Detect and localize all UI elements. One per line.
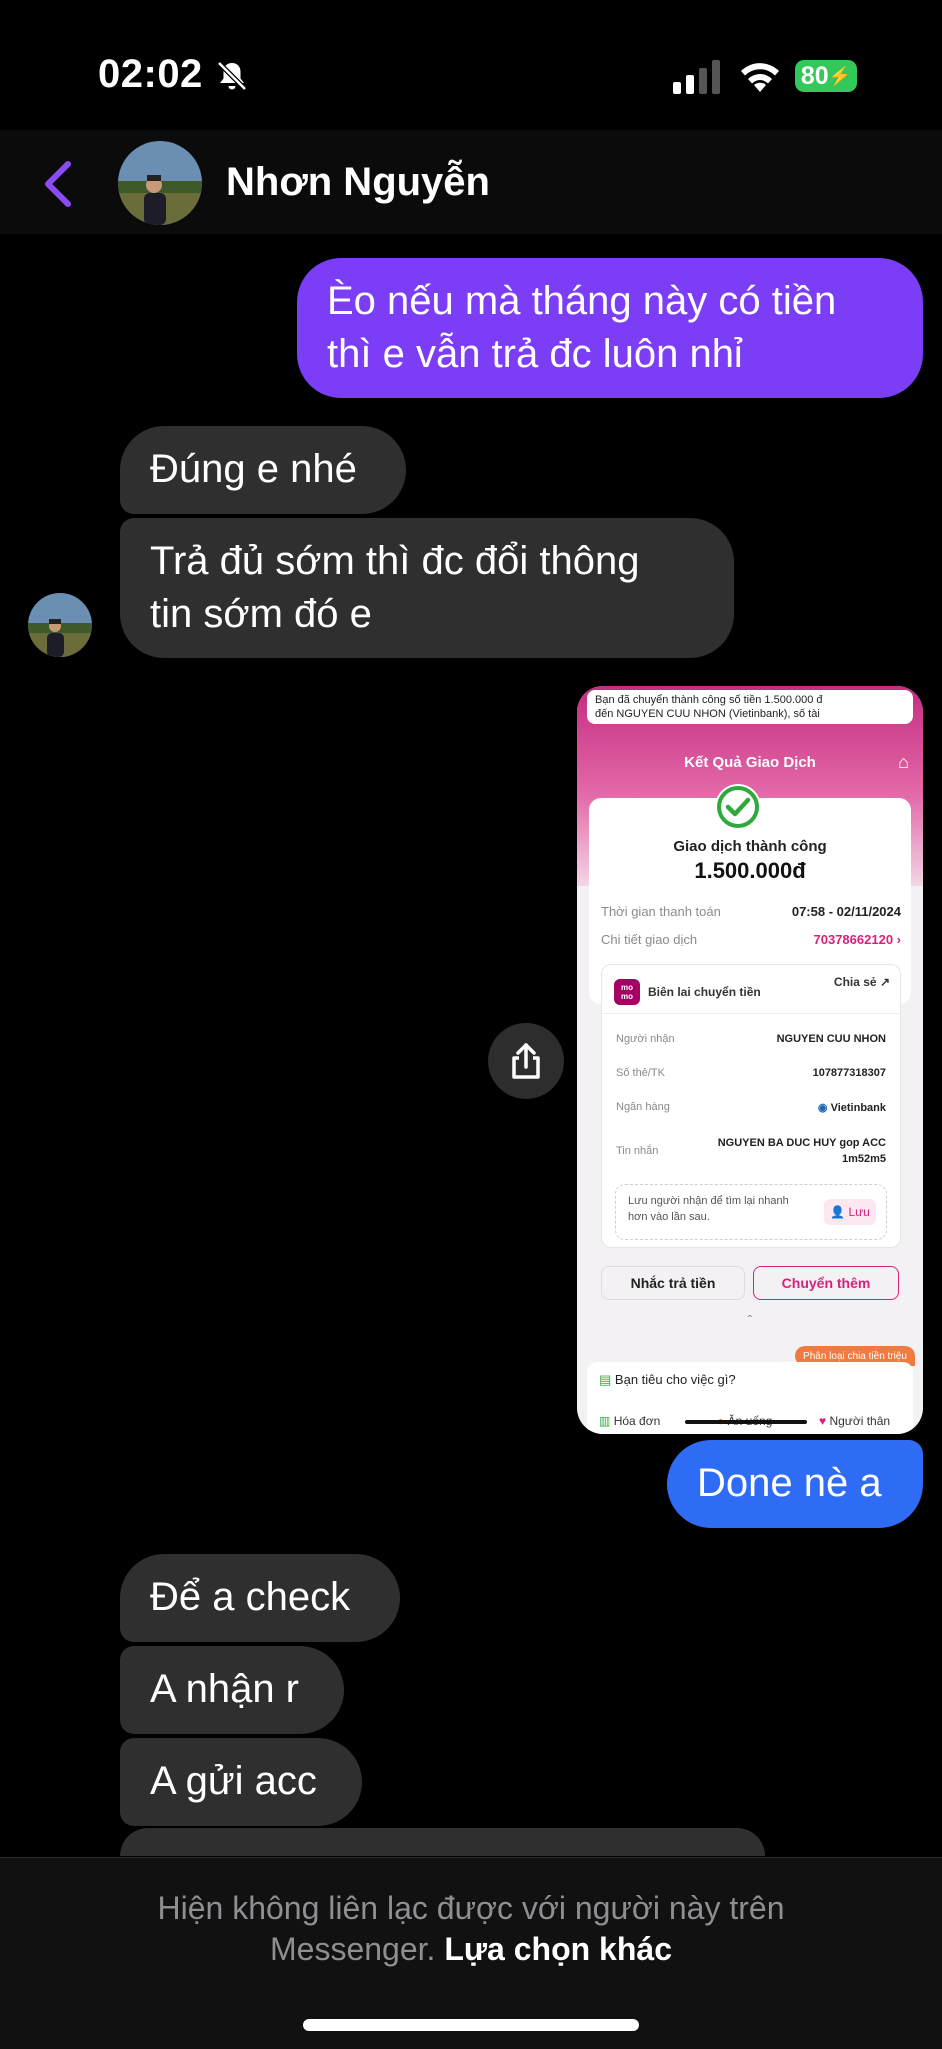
category-label: Người thân (829, 1414, 891, 1428)
spending-category-panel: ▤ Bạn tiêu cho việc gì? ▥ Hóa đơn ● Ăn u… (587, 1362, 913, 1434)
status-bar: 02:02 80 ⚡ (0, 0, 942, 150)
status-time: 02:02 (98, 52, 203, 96)
home-indicator[interactable] (303, 2019, 639, 2031)
message-value: 1m52m5 (841, 1153, 886, 1165)
detail-value: NGUYEN BA DUC HUY gop ACC 1m52m5 (718, 1135, 886, 1167)
transaction-amount: 1.500.000đ (694, 858, 806, 883)
outgoing-message[interactable]: Èo nếu mà tháng này có tiền thì e vẫn tr… (297, 258, 923, 398)
save-recipient-button: 👤 Lưu (824, 1199, 876, 1225)
transaction-status: Giao dịch thành công (673, 838, 827, 855)
message-line: tin sớm đó e (150, 592, 372, 636)
category-label: Hóa đơn (613, 1414, 661, 1428)
row-label: Chi tiết giao dịch (601, 932, 698, 947)
row-value: 70378662120 › (813, 932, 901, 947)
outgoing-message[interactable]: Done nè a (667, 1440, 923, 1528)
receipt-row: Thời gian thanh toán 07:58 - 02/11/2024 (601, 904, 901, 919)
detail-row: Ngân hàng ◉ Vietinbank (616, 1101, 886, 1114)
save-label: Lưu (848, 1205, 870, 1219)
wifi-icon (741, 63, 779, 92)
family-icon: ♥ (819, 1414, 827, 1428)
detail-row: Số thẻ/TK 107877318307 (616, 1067, 886, 1079)
contact-name[interactable]: Nhơn Nguyễn (226, 160, 490, 205)
sender-avatar[interactable] (28, 593, 92, 657)
detail-label: Ngân hàng (616, 1101, 670, 1113)
banner-text: đến NGUYEN CUU NHON (Vietinbank), số tài (595, 708, 820, 720)
share-arrow-icon: ↗ (879, 975, 890, 989)
incoming-message[interactable]: Để a check (120, 1554, 400, 1642)
share-label: Chia sẻ (833, 975, 877, 989)
home-icon: ⌂ (898, 752, 909, 772)
shared-receipt-image[interactable]: Bạn đã chuyển thành công số tiền 1.500.0… (577, 686, 923, 1434)
incoming-message[interactable]: A gửi acc (120, 1738, 362, 1826)
contact-avatar[interactable] (118, 141, 202, 225)
detail-label: Tin nhắn (616, 1145, 659, 1157)
detail-row: Người nhận NGUYEN CUU NHON (616, 1033, 886, 1045)
row-value: 07:58 - 02/11/2024 (791, 904, 901, 919)
message-text: Để a check (150, 1575, 351, 1619)
message-line: Trả đủ sớm thì đc đổi thông (150, 539, 640, 583)
incoming-message[interactable]: Đúng e nhé (120, 426, 406, 514)
incoming-message[interactable]: Trả đủ sớm thì đc đổi thông tin sớm đó e (120, 518, 734, 658)
detail-value: NGUYEN CUU NHON (776, 1033, 886, 1045)
transfer-more-button: Chuyển thêm (753, 1266, 899, 1300)
receipt-row: Chi tiết giao dịch 70378662120 › (601, 932, 901, 947)
receipt-icon: ▤ (599, 1372, 612, 1387)
receipt-label: Biên lai chuyển tiền (648, 985, 761, 999)
share-icon (512, 1043, 540, 1079)
back-chevron-icon[interactable] (40, 158, 76, 210)
message-text: A gửi acc (150, 1759, 317, 1803)
other-options-link[interactable]: Lựa chọn khác (444, 1931, 672, 1967)
question-label: Bạn tiêu cho việc gì? (614, 1372, 736, 1387)
bell-slash-icon (217, 61, 247, 91)
detail-label: Người nhận (616, 1033, 675, 1045)
unavailable-notice: Hiện không liên lạc được với người này t… (0, 1888, 942, 1970)
detail-value: 107877318307 (812, 1067, 886, 1079)
partially-hidden-message (120, 1828, 765, 1856)
charging-bolt-icon: ⚡ (828, 65, 852, 86)
add-user-icon: 👤 (830, 1205, 846, 1219)
message-text: A nhận r (150, 1667, 300, 1711)
notice-text: Messenger. (270, 1931, 436, 1967)
question-text: ▤ Bạn tiêu cho việc gì? (599, 1372, 736, 1388)
cellular-signal-icon (673, 60, 720, 94)
battery-level: 80 (800, 61, 829, 90)
category-item: ▥ Hóa đơn (599, 1414, 660, 1428)
success-check-icon (715, 784, 761, 830)
detail-value: ◉ Vietinbank (818, 1101, 886, 1114)
message-value: NGUYEN BA DUC HUY gop ACC (717, 1137, 886, 1149)
receipt-notification-banner: Bạn đã chuyển thành công số tiền 1.500.0… (587, 690, 913, 724)
banner-text: Bạn đã chuyển thành công số tiền 1.500.0… (595, 694, 823, 706)
category-item: ♥ Người thân (819, 1414, 890, 1428)
message-line: Èo nếu mà tháng này có tiền (327, 279, 837, 323)
receipt-title: Kết Quả Giao Dịch (684, 754, 816, 771)
share-button[interactable] (488, 1023, 564, 1099)
bill-icon: ▥ (599, 1414, 611, 1428)
remind-payment-button: Nhắc trả tiền (601, 1266, 745, 1300)
message-text: Done nè a (697, 1461, 882, 1505)
incoming-message[interactable]: A nhận r (120, 1646, 344, 1734)
save-recipient-box: Lưu người nhận để tìm lại nhanh hơn vào … (615, 1184, 887, 1240)
message-text: Đúng e nhé (150, 447, 357, 491)
notice-text: Hiện không liên lạc được với người này t… (157, 1890, 785, 1926)
row-label: Thời gian thanh toán (601, 904, 721, 919)
vietinbank-icon: ◉ (817, 1102, 828, 1114)
momo-logo: mo mo (614, 979, 640, 1005)
receipt-share-link: Chia sẻ ↗ (834, 975, 890, 989)
chevron-up-icon: ˆ (747, 1312, 753, 1328)
battery-indicator: 80 ⚡ (795, 60, 857, 92)
screenshot-home-indicator (685, 1420, 807, 1424)
conversation-header: Nhơn Nguyễn (0, 130, 942, 234)
detail-label: Số thẻ/TK (616, 1067, 665, 1079)
message-line: thì e vẫn trả đc luôn nhỉ (327, 332, 743, 376)
bank-name: Vietinbank (830, 1102, 886, 1114)
